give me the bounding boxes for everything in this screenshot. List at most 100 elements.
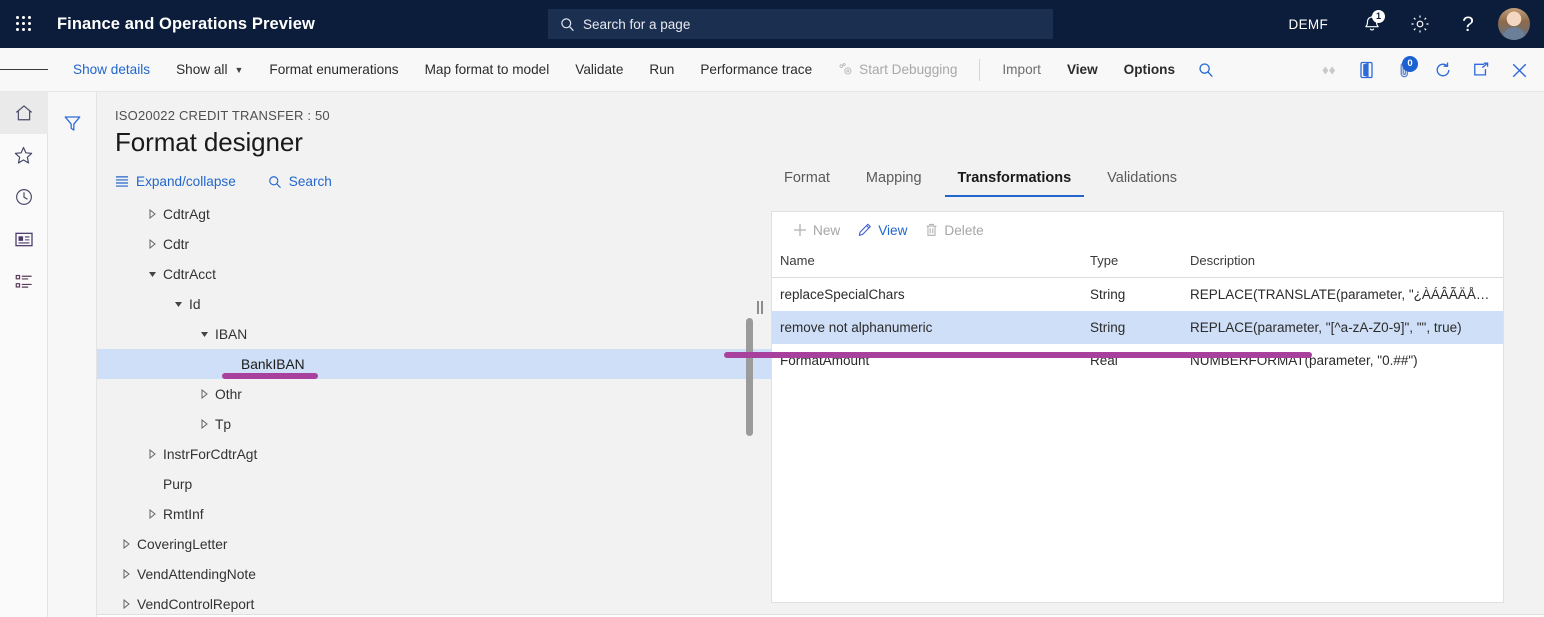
refresh-icon[interactable] bbox=[1424, 48, 1462, 92]
breadcrumb: ISO20022 CREDIT TRANSFER : 50 bbox=[115, 108, 1544, 123]
sidebar-item-recent[interactable] bbox=[0, 176, 48, 218]
chevron-right-icon bbox=[200, 419, 209, 429]
tree-node-selected[interactable]: BankIBAN bbox=[97, 349, 771, 379]
pencil-icon bbox=[858, 223, 872, 237]
tree-node[interactable]: Cdtr bbox=[97, 229, 771, 259]
tab-format[interactable]: Format bbox=[771, 164, 843, 197]
cell-description: NUMBERFORMAT(parameter, "0.##") bbox=[1182, 344, 1503, 377]
tree-node-toggle[interactable] bbox=[193, 389, 215, 399]
tree-node[interactable]: RmtInf bbox=[97, 499, 771, 529]
close-button[interactable] bbox=[1500, 48, 1538, 92]
tree-node[interactable]: VendAttendingNote bbox=[97, 559, 771, 589]
command-view[interactable]: View bbox=[1054, 48, 1111, 92]
command-validate[interactable]: Validate bbox=[562, 48, 636, 92]
tree-scrollbar-track[interactable] bbox=[746, 197, 753, 614]
tree-node-toggle[interactable] bbox=[141, 269, 163, 279]
command-import[interactable]: Import bbox=[989, 48, 1054, 92]
tree-node-toggle[interactable] bbox=[141, 209, 163, 219]
global-search-placeholder: Search for a page bbox=[583, 17, 690, 32]
command-search-button[interactable] bbox=[1188, 48, 1224, 92]
tree-node-toggle[interactable] bbox=[167, 299, 189, 309]
tree-node[interactable]: CdtrAgt bbox=[97, 199, 771, 229]
tree-node-toggle[interactable] bbox=[141, 239, 163, 249]
open-in-new-window-icon[interactable] bbox=[1462, 48, 1500, 92]
expand-collapse-button[interactable]: Expand/collapse bbox=[115, 174, 236, 189]
tree-node[interactable]: InstrForCdtrAgt bbox=[97, 439, 771, 469]
tree-node-label: Purp bbox=[163, 477, 192, 492]
delete-label: Delete bbox=[944, 223, 983, 238]
attachments-icon[interactable]: 0 bbox=[1386, 48, 1424, 92]
tab-mapping[interactable]: Mapping bbox=[853, 164, 935, 197]
tree-node-toggle[interactable] bbox=[193, 419, 215, 429]
tree-scrollbar-thumb[interactable] bbox=[746, 318, 753, 436]
navigation-menu-icon[interactable] bbox=[0, 48, 48, 92]
command-label: Show all bbox=[176, 62, 227, 77]
tree-search-button[interactable]: Search bbox=[268, 174, 332, 189]
tree-node[interactable]: VendControlReport bbox=[97, 589, 771, 614]
tree-node[interactable]: IBAN bbox=[97, 319, 771, 349]
notification-count-badge: 1 bbox=[1372, 10, 1385, 23]
tree-node-label: CdtrAgt bbox=[163, 207, 210, 222]
sidebar-item-favorites[interactable] bbox=[0, 134, 48, 176]
office-integration-icon[interactable] bbox=[1348, 48, 1386, 92]
tree-node-toggle[interactable] bbox=[141, 449, 163, 459]
tree-node-toggle[interactable] bbox=[115, 539, 137, 549]
command-show-all[interactable]: Show all ▼ bbox=[163, 48, 256, 92]
gear-icon bbox=[1410, 14, 1430, 34]
top-bar-right-group: DEMF 1 ? bbox=[1289, 0, 1544, 48]
view-label: View bbox=[878, 223, 907, 238]
expand-collapse-label: Expand/collapse bbox=[136, 174, 236, 189]
table-row[interactable]: replaceSpecialCharsStringREPLACE(TRANSLA… bbox=[772, 278, 1503, 312]
sidebar-item-workspaces[interactable] bbox=[0, 218, 48, 260]
list-icon bbox=[14, 272, 34, 291]
sidebar-item-modules[interactable] bbox=[0, 260, 48, 302]
column-header-name[interactable]: Name bbox=[772, 248, 1082, 278]
tree-node[interactable]: CoveringLetter bbox=[97, 529, 771, 559]
cell-description: REPLACE(parameter, "[^a-zA-Z0-9]", "", t… bbox=[1182, 311, 1503, 344]
command-performance-trace[interactable]: Performance trace bbox=[687, 48, 825, 92]
global-search-box[interactable]: Search for a page bbox=[548, 9, 1053, 39]
settings-button[interactable] bbox=[1396, 0, 1444, 48]
notifications-button[interactable]: 1 bbox=[1348, 0, 1396, 48]
tree-node[interactable]: Id bbox=[97, 289, 771, 319]
help-button[interactable]: ? bbox=[1444, 0, 1492, 48]
tree-node-toggle[interactable] bbox=[141, 509, 163, 519]
command-run[interactable]: Run bbox=[636, 48, 687, 92]
tree-node[interactable]: Othr bbox=[97, 379, 771, 409]
column-header-type[interactable]: Type bbox=[1082, 248, 1182, 278]
sidebar-item-home[interactable] bbox=[0, 92, 48, 134]
tree-scroll-area[interactable]: CdtrAgt CdtrCdtrAcctIdIBANBankIBANOthrTpI… bbox=[97, 197, 771, 614]
details-tabs: Format Mapping Transformations Validations bbox=[771, 164, 1504, 197]
personalize-icon[interactable] bbox=[1310, 48, 1348, 92]
command-format-enumerations[interactable]: Format enumerations bbox=[256, 48, 411, 92]
tree-node[interactable]: Purp bbox=[97, 469, 771, 499]
pane-splitter-handle[interactable] bbox=[755, 297, 765, 317]
tab-transformations[interactable]: Transformations bbox=[945, 164, 1085, 197]
tree-node-toggle[interactable] bbox=[115, 569, 137, 579]
tree-node[interactable]: Tp bbox=[97, 409, 771, 439]
tree-node-toggle[interactable] bbox=[115, 599, 137, 609]
company-selector[interactable]: DEMF bbox=[1289, 17, 1328, 32]
close-icon bbox=[1510, 61, 1529, 80]
command-options[interactable]: Options bbox=[1111, 48, 1188, 92]
table-row[interactable]: remove not alphanumericStringREPLACE(par… bbox=[772, 311, 1503, 344]
avatar[interactable] bbox=[1498, 8, 1530, 40]
app-launcher-icon[interactable] bbox=[0, 0, 48, 48]
search-icon bbox=[1198, 62, 1214, 78]
table-row[interactable]: FormatAmountRealNUMBERFORMAT(parameter, … bbox=[772, 344, 1503, 377]
command-label: Show details bbox=[73, 62, 150, 77]
funnel-icon bbox=[63, 114, 82, 133]
cell-type: String bbox=[1082, 278, 1182, 312]
view-button[interactable]: View bbox=[849, 223, 916, 238]
command-label: Start Debugging bbox=[859, 62, 957, 77]
chevron-right-icon bbox=[122, 539, 131, 549]
command-show-details[interactable]: Show details bbox=[60, 48, 163, 92]
cell-name: FormatAmount bbox=[772, 344, 1082, 377]
tree-node-toggle[interactable] bbox=[193, 329, 215, 339]
column-header-description[interactable]: Description bbox=[1182, 248, 1503, 278]
filter-button[interactable] bbox=[63, 114, 82, 617]
tree-node[interactable]: CdtrAcct bbox=[97, 259, 771, 289]
command-map-format-to-model[interactable]: Map format to model bbox=[412, 48, 563, 92]
table-head: Name Type Description bbox=[772, 248, 1503, 278]
tab-validations[interactable]: Validations bbox=[1094, 164, 1190, 197]
